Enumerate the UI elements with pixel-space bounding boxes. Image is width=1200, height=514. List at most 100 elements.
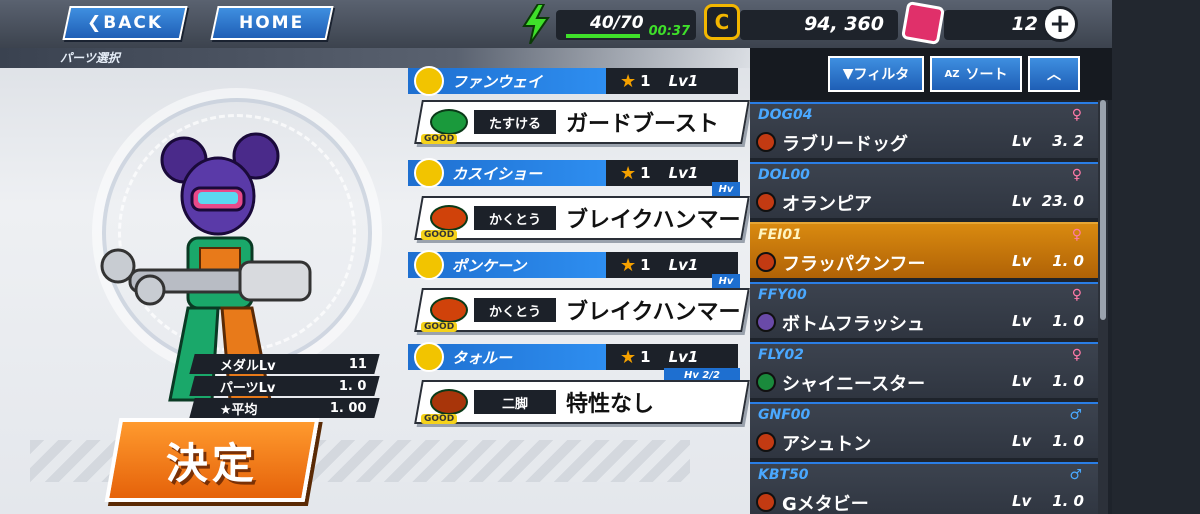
- medal-code: DOG04: [758, 107, 813, 123]
- male-icon: ♂: [1069, 467, 1082, 483]
- medal-type-icon: [756, 132, 776, 152]
- skill-type: かくとう: [474, 298, 556, 322]
- medal-list-item[interactable]: GNF00 ♂ アシュトン Lv 1. 0: [750, 402, 1098, 458]
- sort-icon: AZ: [944, 68, 960, 80]
- head-part-icon: [414, 66, 444, 96]
- medal-name: アシュトン: [782, 434, 872, 455]
- support-skill-icon: [430, 109, 468, 135]
- coin-display: 94, 360: [740, 10, 898, 40]
- medal-level: 1. 0: [1052, 432, 1084, 450]
- stat-medal-lv: メダルLv 11: [189, 354, 380, 374]
- part-name: ファンウェイ: [452, 72, 543, 91]
- medal-stats: メダルLv 11 パーツLv 1. 0 ★平均 1. 00: [189, 354, 380, 420]
- game-screen: ❮BACK HOME 40/70 00:37 C 94, 360 12 + パー…: [0, 0, 1200, 514]
- medal-level: 1. 0: [1052, 372, 1084, 390]
- medal-list-item[interactable]: FLY02 ♀ シャイニースター Lv 1. 0: [750, 342, 1098, 398]
- legs-part-icon: [414, 342, 444, 372]
- collapse-button[interactable]: ︿: [1028, 56, 1080, 92]
- skill-name: ブレイクハンマー: [566, 300, 741, 325]
- filter-button[interactable]: ▼ フィルタ: [828, 56, 924, 92]
- female-icon: ♀: [1071, 167, 1082, 183]
- skill-type: たすける: [474, 110, 556, 134]
- medal-name: フラッパクンフー: [782, 254, 926, 275]
- stat-star-average: ★平均 1. 00: [189, 398, 380, 418]
- medal-type-icon: [756, 252, 776, 272]
- medal-code: DOL00: [758, 167, 810, 183]
- part-name: カスイショー: [452, 164, 543, 183]
- medal-code: GNF00: [758, 407, 811, 423]
- medal-list-item[interactable]: KBT50 ♂ Gメタビー Lv 1. 0: [750, 462, 1098, 514]
- part-header-head[interactable]: ファンウェイ ★ 1 Lv1: [408, 66, 738, 96]
- part-level: Lv1: [668, 72, 699, 90]
- fight-skill-icon: [430, 205, 468, 231]
- medal-type-icon: [756, 372, 776, 392]
- part-header-right-arm[interactable]: カスイショー ★ 1 Lv1: [408, 158, 738, 188]
- part-level: Lv1: [668, 348, 699, 366]
- medal-type-icon: [756, 432, 776, 452]
- medal-name: ラブリードッグ: [782, 134, 908, 155]
- medal-level: 23. 0: [1041, 192, 1084, 210]
- medal-type-icon: [756, 492, 776, 512]
- star-icon: ★: [620, 346, 637, 368]
- medal-name: Gメタビー: [782, 494, 869, 514]
- section-header: パーツ選択: [0, 48, 760, 68]
- left-arm-part-icon: [414, 250, 444, 280]
- medal-name: シャイニースター: [782, 374, 926, 395]
- part-name: ポンケーン: [452, 256, 527, 275]
- female-icon: ♀: [1071, 107, 1082, 123]
- add-gems-button[interactable]: +: [1042, 6, 1078, 42]
- stat-parts-lv: パーツLv 1. 0: [189, 376, 380, 396]
- skill-name: 特性なし: [566, 392, 655, 417]
- stat-value: 1. 00: [330, 400, 367, 416]
- skill-row-legs[interactable]: 二脚 特性なし GOOD: [414, 380, 750, 424]
- part-stars: 1: [640, 72, 651, 90]
- part-header-left-arm[interactable]: ポンケーン ★ 1 Lv1: [408, 250, 738, 280]
- medal-level: 1. 0: [1052, 492, 1084, 510]
- female-icon: ♀: [1071, 287, 1082, 303]
- medal-level: 1. 0: [1052, 252, 1084, 270]
- medal-name: オランピア: [782, 194, 872, 215]
- back-button[interactable]: ❮BACK: [62, 6, 188, 40]
- medal-level-label: Lv: [1012, 372, 1032, 390]
- medal-level-label: Lv: [1012, 432, 1032, 450]
- skill-name: ブレイクハンマー: [566, 208, 741, 233]
- medal-list-item[interactable]: DOL00 ♀ オランピア Lv 23. 0: [750, 162, 1098, 218]
- sort-label: ソート: [965, 67, 1008, 83]
- coin-value: 94, 360: [804, 13, 884, 35]
- filter-label: フィルタ: [853, 67, 910, 83]
- part-stars: 1: [640, 164, 651, 182]
- part-header-legs[interactable]: タォルー ★ 1 Lv1: [408, 342, 738, 372]
- home-button-label: HOME: [239, 13, 305, 33]
- medal-level: 3. 2: [1052, 132, 1084, 150]
- part-level: Lv1: [668, 164, 699, 182]
- legs-type-icon: [430, 389, 468, 415]
- stat-label: ★平均: [220, 402, 258, 418]
- filter-icon: ▼: [842, 66, 854, 82]
- skill-name: ガードブースト: [566, 112, 719, 137]
- back-button-label: ❮BACK: [86, 13, 163, 33]
- star-icon: ★: [620, 162, 637, 184]
- stamina-display: 40/70 00:37: [556, 10, 696, 40]
- medal-list-item[interactable]: FFY00 ♀ ボトムフラッシュ Lv 1. 0: [750, 282, 1098, 338]
- coin-icon: C: [704, 4, 740, 40]
- list-scrollbar-thumb[interactable]: [1100, 100, 1106, 320]
- gem-icon: [900, 0, 946, 46]
- medal-level-label: Lv: [1012, 492, 1032, 510]
- medal-list-item[interactable]: DOG04 ♀ ラブリードッグ Lv 3. 2: [750, 102, 1098, 158]
- skill-row-right-arm[interactable]: かくとう ブレイクハンマー GOOD: [414, 196, 750, 240]
- stat-value: 11: [348, 356, 367, 372]
- skill-row-head[interactable]: たすける ガードブースト GOOD: [414, 100, 750, 144]
- hv-badge: Hv: [712, 182, 740, 197]
- medal-level-label: Lv: [1012, 252, 1032, 270]
- medal-list-item[interactable]: FEI01 ♀ フラッパクンフー Lv 1. 0: [750, 222, 1098, 278]
- home-button[interactable]: HOME: [210, 6, 334, 40]
- good-badge: GOOD: [421, 414, 458, 424]
- decide-button[interactable]: 決定: [104, 418, 320, 502]
- good-badge: GOOD: [421, 322, 458, 332]
- skill-row-left-arm[interactable]: かくとう ブレイクハンマー GOOD: [414, 288, 750, 332]
- good-badge: GOOD: [421, 230, 458, 240]
- star-icon: ★: [620, 254, 637, 276]
- sort-button[interactable]: AZ ソート: [930, 56, 1022, 92]
- medal-code: FLY02: [758, 347, 804, 363]
- section-title: パーツ選択: [60, 51, 120, 65]
